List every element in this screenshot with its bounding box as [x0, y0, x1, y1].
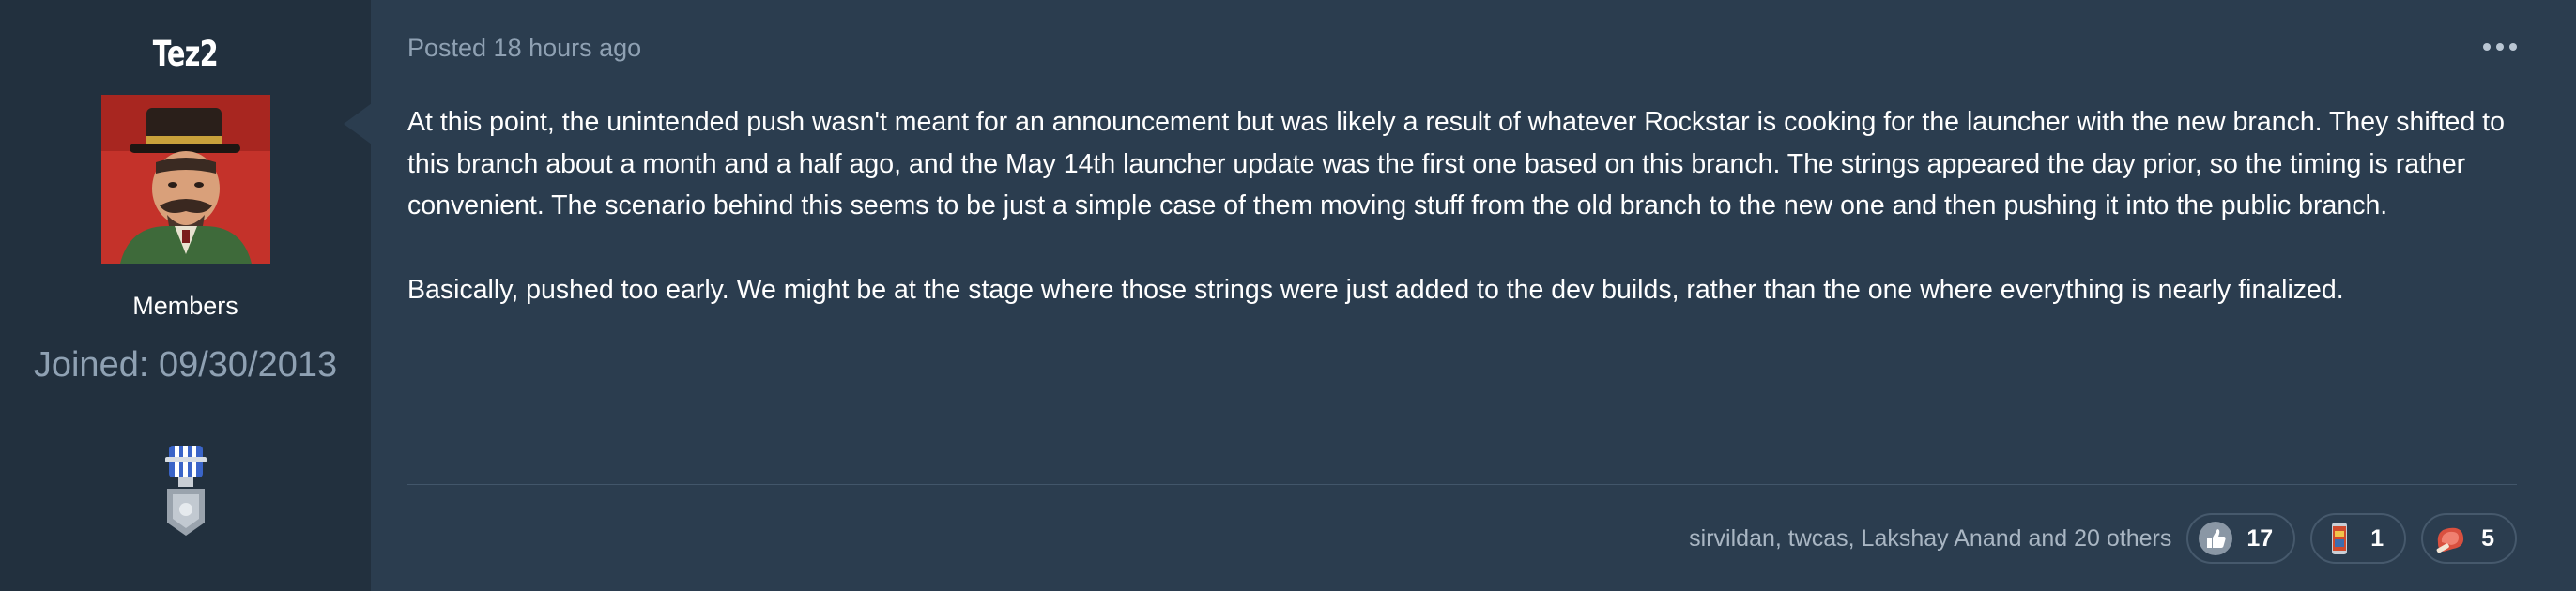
joined-date: Joined: 09/30/2013 — [33, 345, 338, 385]
reaction-steak-button[interactable]: 5 — [2421, 513, 2517, 564]
post-options-button[interactable] — [2483, 36, 2517, 58]
reactors-summary-link[interactable]: sirvildan, twcas, Lakshay Anand and 20 o… — [1689, 525, 2171, 553]
post-paragraph: Basically, pushed too early. We might be… — [407, 274, 2344, 305]
ellipsis-icon — [2496, 43, 2504, 51]
member-group: Members — [132, 292, 238, 320]
soda-can-icon — [2332, 523, 2348, 554]
forum-post: Tez2 Members Joined: 09/30/2013 Posted 1… — [0, 0, 2576, 591]
reaction-soda-can-button[interactable]: 1 — [2310, 513, 2407, 564]
post-timestamp[interactable]: Posted 18 hours ago — [407, 34, 641, 63]
thumbs-up-icon — [2199, 522, 2233, 555]
ellipsis-icon — [2509, 43, 2517, 51]
avatar[interactable] — [100, 95, 270, 264]
reactions-bar: sirvildan, twcas, Lakshay Anand and 20 o… — [1689, 513, 2517, 564]
author-name-link[interactable]: Tez2 — [153, 34, 219, 74]
post-body: At this point, the unintended push wasn'… — [407, 101, 2517, 353]
ellipsis-icon — [2483, 43, 2491, 51]
steak-icon — [2436, 527, 2464, 553]
reaction-count: 1 — [2370, 524, 2384, 552]
reaction-count: 17 — [2246, 524, 2274, 552]
medal-badge-icon[interactable] — [161, 444, 210, 538]
reaction-count: 5 — [2481, 524, 2494, 552]
author-panel: Tez2 Members Joined: 09/30/2013 — [0, 0, 372, 591]
post-content: Posted 18 hours ago At this point, the u… — [371, 0, 2576, 591]
reaction-thumbs-up-button[interactable]: 17 — [2186, 513, 2296, 564]
author-panel-arrow — [344, 103, 372, 144]
post-divider — [407, 484, 2517, 485]
post-paragraph: At this point, the unintended push wasn'… — [407, 107, 2505, 220]
